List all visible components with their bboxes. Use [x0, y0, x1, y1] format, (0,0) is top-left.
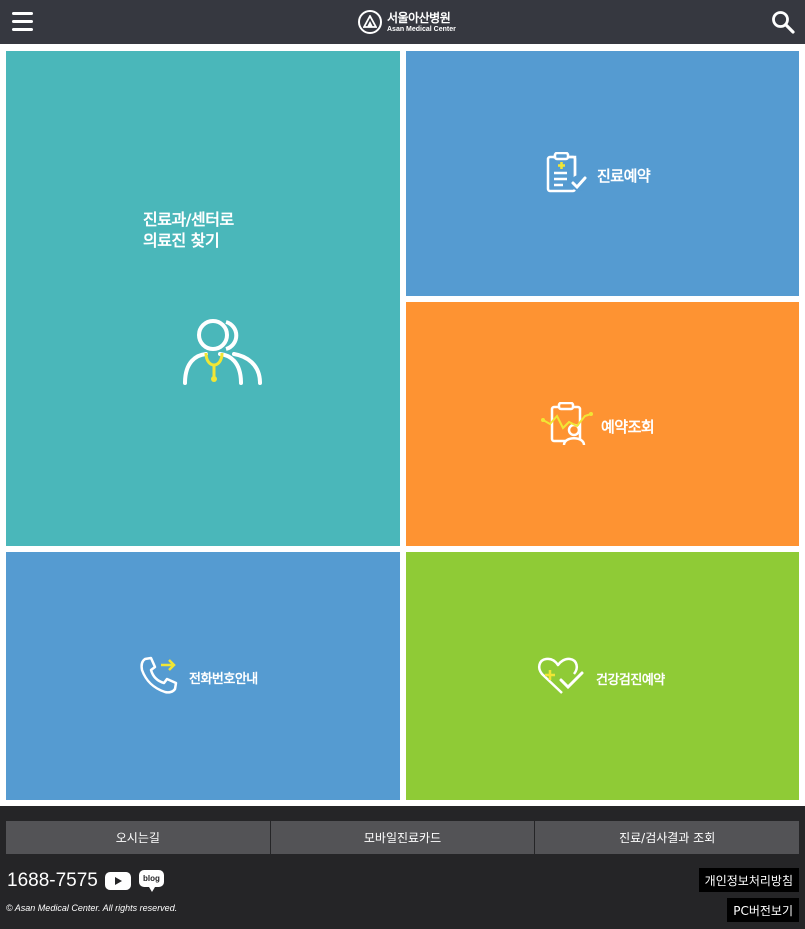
phone-directory-label: 전화번호안내 [189, 671, 258, 687]
health-checkup-label: 건강검진예약 [596, 672, 665, 688]
footer-link-directions[interactable]: 오시는길 [6, 821, 270, 854]
hamburger-icon[interactable] [12, 12, 33, 32]
logo-title-ko: 서울아산병원 [387, 10, 451, 25]
copyright-text: © Asan Medical Center. All rights reserv… [6, 903, 178, 913]
pc-version-button[interactable]: PC버전보기 [727, 898, 799, 922]
footer-links: 오시는길 모바일진료카드 진료/검사결과 조회 [6, 821, 800, 854]
main-phone-number[interactable]: 1688-7575 [7, 870, 98, 892]
clipboard-check-icon [545, 151, 589, 198]
reservation-tile[interactable]: 진료예약 [406, 51, 799, 296]
logo-emblem-icon [358, 10, 382, 34]
phone-arrow-icon [139, 655, 181, 699]
reservation-check-tile[interactable]: 예약조회 [406, 302, 799, 546]
blog-icon[interactable]: blog [139, 870, 165, 892]
search-icon[interactable] [771, 10, 795, 34]
blog-label: blog [139, 870, 164, 887]
footer: 오시는길 모바일진료카드 진료/검사결과 조회 1688-7575 blog ©… [0, 806, 805, 929]
reservation-label: 진료예약 [597, 166, 651, 185]
reservation-check-label: 예약조회 [601, 417, 655, 436]
footer-link-test-results[interactable]: 진료/검사결과 조회 [535, 821, 800, 854]
logo[interactable]: 서울아산병원 Asan Medical Center [358, 9, 456, 35]
phone-directory-tile[interactable]: 전화번호안내 [6, 552, 400, 800]
footer-link-mobile-card[interactable]: 모바일진료카드 [270, 821, 535, 854]
doctors-stethoscope-icon [182, 317, 264, 393]
heart-check-icon [536, 656, 588, 700]
logo-title-en: Asan Medical Center [387, 25, 456, 33]
health-checkup-tile[interactable]: 건강검진예약 [406, 552, 799, 800]
top-header: 서울아산병원 Asan Medical Center [0, 0, 805, 44]
clipboard-person-icon [541, 401, 593, 450]
privacy-policy-button[interactable]: 개인정보처리방침 [698, 868, 799, 892]
find-doctor-tile[interactable]: 진료과/센터로 의료진 찾기 [6, 51, 400, 546]
find-doctor-label: 진료과/센터로 의료진 찾기 [143, 210, 234, 250]
youtube-icon[interactable] [105, 872, 131, 890]
